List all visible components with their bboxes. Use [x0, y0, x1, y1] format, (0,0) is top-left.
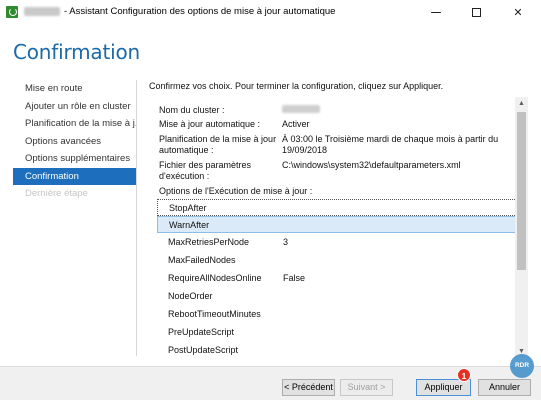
- option-row[interactable]: RequireAllNodesOnline False: [157, 270, 519, 287]
- redacted-cluster-name: [24, 7, 60, 16]
- option-row[interactable]: MaxRetriesPerNode 3: [157, 234, 519, 251]
- option-name: MaxFailedNodes: [168, 255, 236, 265]
- scroll-up-arrow-icon[interactable]: ▲: [515, 97, 528, 110]
- option-name: MaxRetriesPerNode: [168, 237, 250, 247]
- redacted-cluster-value: [282, 105, 320, 113]
- cluster-name-label: Nom du cluster :: [159, 105, 225, 115]
- params-file-label: Fichier des paramètres d'exécution :: [159, 160, 252, 181]
- step-planification[interactable]: Planification de la mise à j...: [13, 115, 137, 133]
- option-name: NodeOrder: [168, 291, 213, 301]
- step-derniere-etape: Dernière étape: [25, 188, 88, 199]
- params-file-value: C:\windows\system32\defaultparameters.xm…: [282, 160, 461, 170]
- previous-button[interactable]: < Précédent: [282, 379, 335, 396]
- rdr-watermark-logo: RDR: [510, 354, 534, 378]
- step-ajouter-role[interactable]: Ajouter un rôle en cluster: [13, 98, 137, 116]
- option-row[interactable]: StopAfter: [157, 199, 519, 216]
- title-bar[interactable]: - Assistant Configuration des options de…: [0, 0, 541, 24]
- step-confirmation[interactable]: Confirmation: [13, 167, 137, 185]
- schedule-value: À 03:00 le Troisième mardi de chaque moi…: [282, 134, 499, 155]
- page-title: Confirmation: [13, 40, 140, 64]
- schedule-label: Planification de la mise à jour automati…: [159, 134, 277, 155]
- auto-update-label: Mise à jour automatique :: [159, 119, 261, 129]
- option-name: StopAfter: [169, 203, 207, 213]
- step-mise-en-route[interactable]: Mise en route: [13, 80, 137, 98]
- option-row[interactable]: NodeOrder: [157, 288, 519, 305]
- option-name: RebootTimeoutMinutes: [168, 309, 261, 319]
- next-button: Suivant >: [340, 379, 393, 396]
- option-name: WarnAfter: [169, 220, 210, 230]
- minimize-button[interactable]: [418, 0, 454, 24]
- step-options-avancees[interactable]: Options avancées: [13, 133, 137, 151]
- wizard-window: - Assistant Configuration des options de…: [0, 0, 541, 400]
- sidebar-divider: [136, 80, 137, 356]
- option-row[interactable]: PostUpdateScript: [157, 342, 519, 358]
- maximize-icon: [471, 7, 481, 17]
- option-value: 3: [283, 237, 289, 247]
- option-name: PostUpdateScript: [168, 345, 239, 355]
- step-options-supplementaires[interactable]: Options supplémentaires: [13, 150, 137, 168]
- scroll-thumb[interactable]: [517, 112, 526, 270]
- option-name: RequireAllNodesOnline: [168, 273, 262, 283]
- options-label: Options de l'Exécution de mise à jour :: [159, 186, 313, 196]
- cluster-name-value: [282, 105, 512, 116]
- summary-scroll-area[interactable]: Nom du cluster : Mise à jour automatique…: [149, 97, 531, 358]
- minimize-icon: [431, 11, 441, 13]
- window-title: - Assistant Configuration des options de…: [64, 6, 336, 17]
- cancel-button[interactable]: Annuler: [478, 379, 531, 396]
- option-row[interactable]: RebootTimeoutMinutes: [157, 306, 519, 323]
- maximize-button[interactable]: [458, 0, 494, 24]
- wizard-steps-nav: Mise en route Ajouter un rôle en cluster…: [13, 80, 137, 203]
- option-value: False: [283, 273, 306, 283]
- cluster-update-app-icon: [6, 6, 18, 18]
- vertical-scrollbar[interactable]: ▲ ▼: [515, 97, 528, 358]
- close-button[interactable]: ✕: [500, 0, 536, 24]
- auto-update-value: Activer: [282, 119, 310, 129]
- options-header: Options de l'Exécution de mise à jour :: [159, 186, 519, 197]
- option-row[interactable]: WarnAfter: [157, 216, 519, 233]
- close-icon: ✕: [513, 6, 523, 19]
- option-row[interactable]: MaxFailedNodes: [157, 252, 519, 269]
- step-number-badge: 1: [457, 368, 471, 382]
- option-row[interactable]: PreUpdateScript: [157, 324, 519, 341]
- option-name: PreUpdateScript: [168, 327, 235, 337]
- instructions-text: Confirmez vos choix. Pour terminer la co…: [149, 81, 444, 91]
